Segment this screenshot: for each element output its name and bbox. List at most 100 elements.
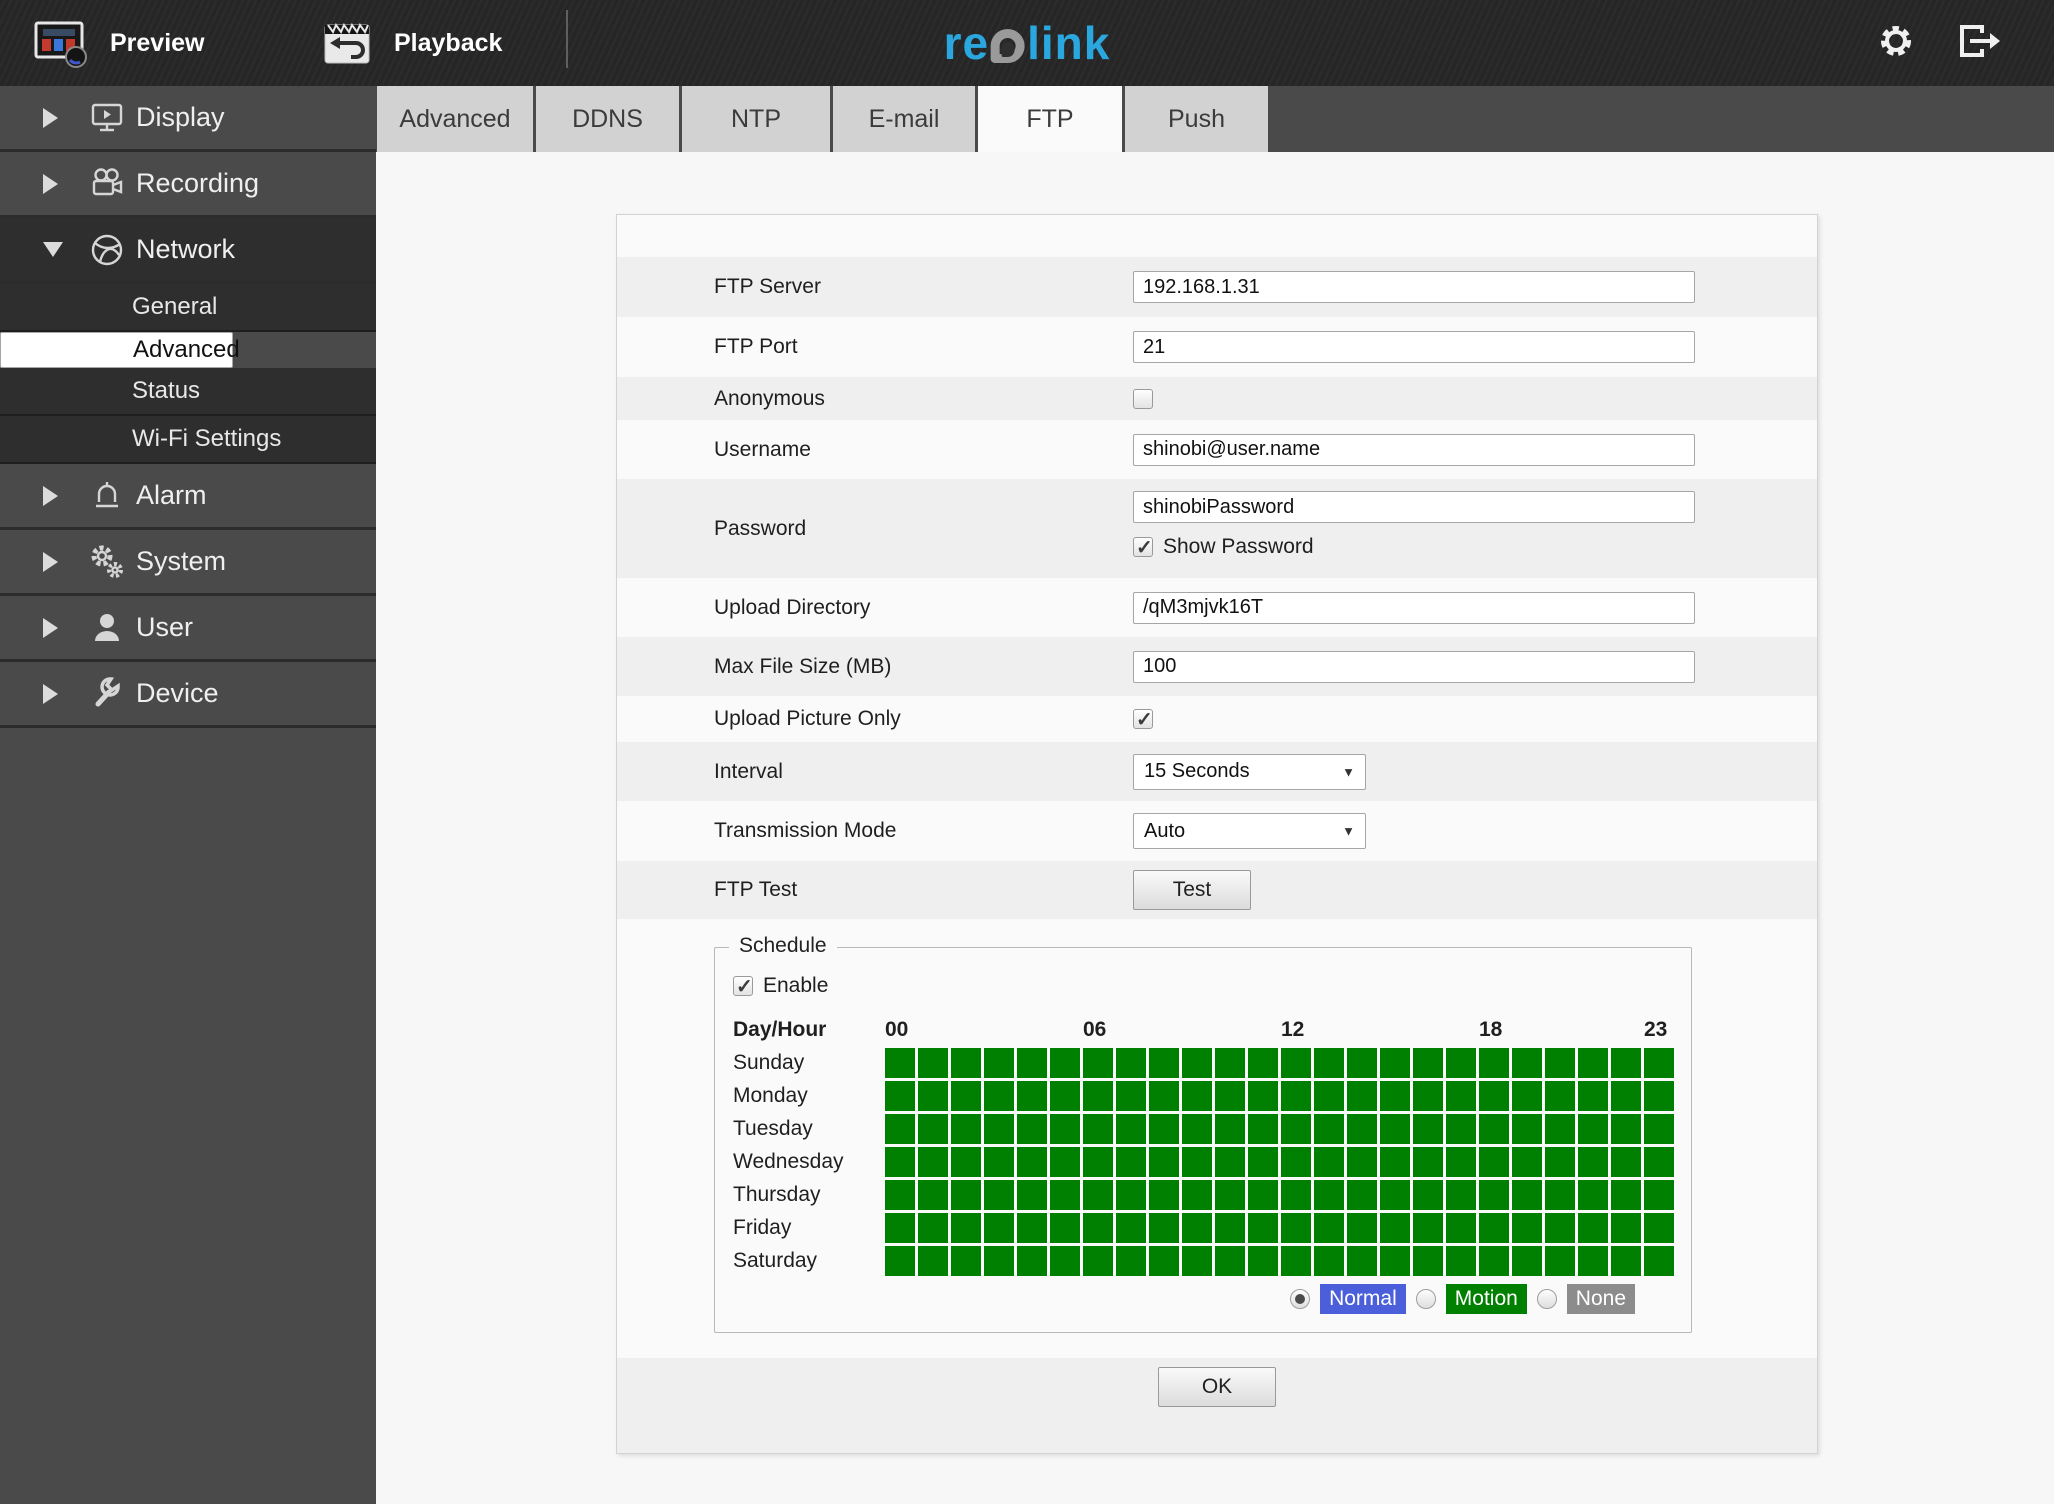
schedule-cell[interactable]: [1644, 1180, 1674, 1210]
ftp-port-input[interactable]: [1133, 331, 1695, 363]
schedule-cell[interactable]: [1479, 1246, 1509, 1276]
schedule-cell[interactable]: [1380, 1081, 1410, 1111]
tab-push[interactable]: Push: [1125, 86, 1268, 152]
schedule-cell[interactable]: [1281, 1048, 1311, 1078]
schedule-cell[interactable]: [984, 1246, 1014, 1276]
schedule-mode-radio-motion[interactable]: [1415, 1289, 1436, 1309]
tab-ntp[interactable]: NTP: [682, 86, 830, 152]
schedule-cell[interactable]: [1050, 1081, 1080, 1111]
schedule-cell[interactable]: [984, 1081, 1014, 1111]
schedule-mode-label-normal[interactable]: Normal: [1320, 1284, 1406, 1314]
schedule-cell[interactable]: [1248, 1114, 1278, 1144]
schedule-cell[interactable]: [1347, 1213, 1377, 1243]
schedule-cell[interactable]: [951, 1246, 981, 1276]
schedule-cell[interactable]: [1446, 1147, 1476, 1177]
schedule-cell[interactable]: [1545, 1114, 1575, 1144]
schedule-cell[interactable]: [885, 1213, 915, 1243]
schedule-cell[interactable]: [1050, 1180, 1080, 1210]
schedule-cell[interactable]: [885, 1081, 915, 1111]
max-file-size-input[interactable]: [1133, 650, 1695, 683]
schedule-cell[interactable]: [1446, 1081, 1476, 1111]
schedule-cell[interactable]: [1479, 1180, 1509, 1210]
schedule-cell[interactable]: [1149, 1147, 1179, 1177]
schedule-cell[interactable]: [1644, 1081, 1674, 1111]
schedule-cell[interactable]: [1347, 1147, 1377, 1177]
schedule-cell[interactable]: [1611, 1246, 1641, 1276]
schedule-cell[interactable]: [1380, 1246, 1410, 1276]
schedule-cell[interactable]: [1050, 1114, 1080, 1144]
schedule-cell[interactable]: [984, 1180, 1014, 1210]
schedule-cell[interactable]: [1281, 1114, 1311, 1144]
schedule-cell[interactable]: [1281, 1081, 1311, 1111]
schedule-cell[interactable]: [918, 1114, 948, 1144]
schedule-cell[interactable]: [1083, 1081, 1113, 1111]
schedule-cell[interactable]: [1545, 1048, 1575, 1078]
schedule-cell[interactable]: [1248, 1180, 1278, 1210]
schedule-cell[interactable]: [1545, 1246, 1575, 1276]
schedule-cell[interactable]: [1380, 1180, 1410, 1210]
ok-button[interactable]: OK: [1158, 1367, 1276, 1407]
schedule-cell[interactable]: [1116, 1114, 1146, 1144]
sidebar-item-system[interactable]: System: [0, 530, 376, 596]
schedule-cell[interactable]: [1182, 1048, 1212, 1078]
settings-button[interactable]: [1876, 0, 1916, 86]
schedule-cell[interactable]: [885, 1180, 915, 1210]
sidebar-item-network[interactable]: Network: [0, 218, 376, 284]
schedule-cell[interactable]: [1578, 1213, 1608, 1243]
schedule-cell[interactable]: [1083, 1246, 1113, 1276]
playback-nav[interactable]: Playback: [318, 0, 502, 86]
schedule-cell[interactable]: [1215, 1213, 1245, 1243]
schedule-cell[interactable]: [1644, 1114, 1674, 1144]
schedule-cell[interactable]: [1149, 1048, 1179, 1078]
schedule-cell[interactable]: [1380, 1147, 1410, 1177]
password-input[interactable]: [1133, 491, 1695, 523]
schedule-cell[interactable]: [1512, 1081, 1542, 1111]
schedule-mode-radio-normal[interactable]: [1290, 1289, 1311, 1309]
schedule-cell[interactable]: [1248, 1048, 1278, 1078]
anonymous-checkbox[interactable]: [1133, 388, 1153, 409]
schedule-mode-label-motion[interactable]: Motion: [1445, 1284, 1527, 1314]
schedule-cell[interactable]: [1116, 1246, 1146, 1276]
sidebar-item-user[interactable]: User: [0, 596, 376, 662]
schedule-cell[interactable]: [1413, 1147, 1443, 1177]
schedule-cell[interactable]: [1248, 1147, 1278, 1177]
schedule-cell[interactable]: [1479, 1114, 1509, 1144]
schedule-cell[interactable]: [1545, 1081, 1575, 1111]
schedule-cell[interactable]: [1512, 1246, 1542, 1276]
schedule-cell[interactable]: [885, 1048, 915, 1078]
schedule-cell[interactable]: [1182, 1213, 1212, 1243]
schedule-cell[interactable]: [1149, 1246, 1179, 1276]
schedule-cell[interactable]: [1611, 1048, 1641, 1078]
schedule-cell[interactable]: [1116, 1180, 1146, 1210]
schedule-cell[interactable]: [1413, 1048, 1443, 1078]
schedule-cell[interactable]: [1446, 1114, 1476, 1144]
schedule-cell[interactable]: [951, 1048, 981, 1078]
schedule-cell[interactable]: [1314, 1114, 1344, 1144]
schedule-cell[interactable]: [1512, 1213, 1542, 1243]
schedule-cell[interactable]: [1182, 1081, 1212, 1111]
sidebar-item-display[interactable]: Display: [0, 86, 376, 152]
schedule-mode-radio-none[interactable]: [1536, 1289, 1557, 1309]
schedule-cell[interactable]: [951, 1147, 981, 1177]
schedule-cell[interactable]: [1050, 1213, 1080, 1243]
schedule-cell[interactable]: [1017, 1180, 1047, 1210]
schedule-cell[interactable]: [1149, 1180, 1179, 1210]
schedule-cell[interactable]: [951, 1213, 981, 1243]
schedule-cell[interactable]: [1215, 1081, 1245, 1111]
schedule-cell[interactable]: [1578, 1048, 1608, 1078]
schedule-cell[interactable]: [1116, 1048, 1146, 1078]
schedule-cell[interactable]: [1083, 1114, 1113, 1144]
schedule-cell[interactable]: [1578, 1246, 1608, 1276]
schedule-cell[interactable]: [1050, 1147, 1080, 1177]
schedule-cell[interactable]: [885, 1147, 915, 1177]
schedule-cell[interactable]: [1248, 1081, 1278, 1111]
schedule-cell[interactable]: [1644, 1246, 1674, 1276]
schedule-cell[interactable]: [1083, 1147, 1113, 1177]
schedule-cell[interactable]: [1512, 1180, 1542, 1210]
schedule-cell[interactable]: [1050, 1246, 1080, 1276]
schedule-cell[interactable]: [1116, 1081, 1146, 1111]
schedule-cell[interactable]: [918, 1081, 948, 1111]
schedule-cell[interactable]: [1413, 1246, 1443, 1276]
schedule-cell[interactable]: [1248, 1213, 1278, 1243]
schedule-cell[interactable]: [1347, 1246, 1377, 1276]
